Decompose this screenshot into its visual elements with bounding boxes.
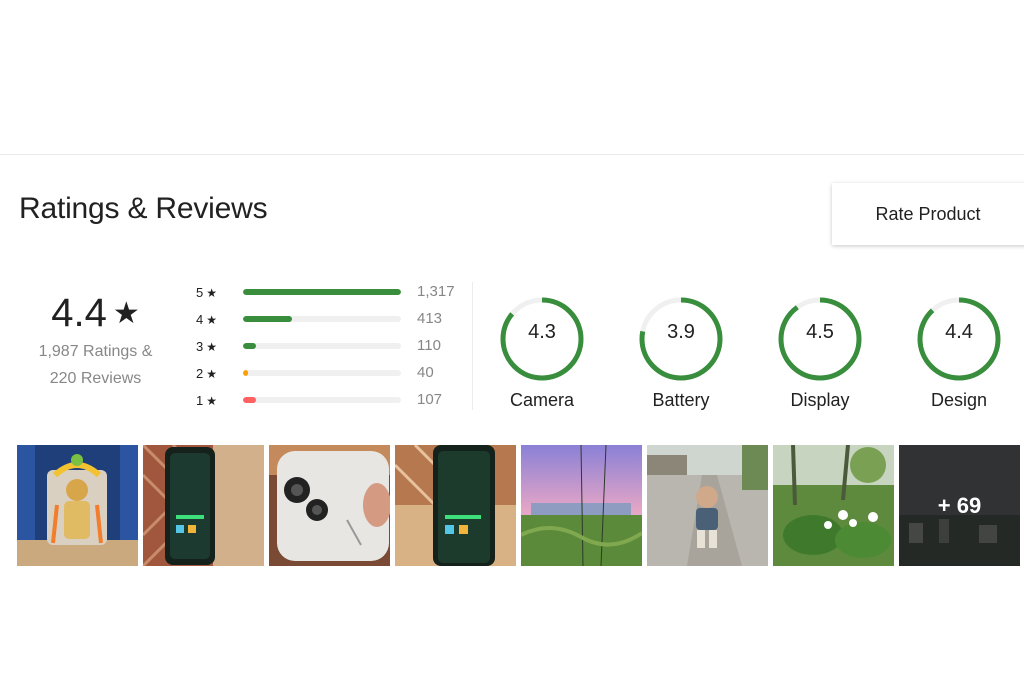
aspect-rating: 3.9 Battery [636,294,726,411]
vertical-divider [472,282,473,410]
star-number: 4 [196,312,204,327]
aspect-value: 3.9 [667,321,695,343]
rating-count: 40 [417,364,434,381]
aspect-label: Design [930,390,988,410]
star-icon: ★ [206,340,217,354]
ratings-count: 1,987 Ratings & [38,343,153,360]
rating-bar-track [243,343,401,349]
rating-row: 5 ★ 1,317 [196,282,466,309]
rating-bar-track [243,289,401,295]
section-divider [0,154,1024,155]
photo-garden-flowers[interactable] [773,445,894,566]
rating-bar-fill [243,289,401,295]
star-number: 2 [196,366,204,381]
reviews-count: 220 Reviews [49,370,142,387]
more-photos-tile[interactable]: + 69 [899,445,1020,566]
rate-product-button[interactable]: Rate Product [832,183,1024,245]
photo-phone-back-camera[interactable] [269,445,390,566]
star-level: 5 ★ [196,285,217,300]
star-icon: ★ [206,367,217,381]
star-level: 4 ★ [196,312,217,327]
rating-count: 1,317 [417,283,455,300]
aspect-label: Battery [652,390,710,410]
photo-sunset-field[interactable] [521,445,642,566]
rating-count: 110 [417,337,441,354]
rating-row: 3 ★ 110 [196,336,466,363]
rating-count: 107 [417,391,443,408]
aspect-value: 4.4 [945,321,973,343]
star-level: 3 ★ [196,339,217,354]
average-value: 4.4 [51,291,107,335]
more-photos-count: + 69 [937,492,982,518]
photo-phone-screen[interactable] [395,445,516,566]
rating-distribution: 5 ★ 1,317 4 ★ 413 3 ★ 110 2 ★ 40 1 ★ 107 [196,282,466,417]
rating-bar-track [243,370,401,376]
average-rating: 4.4 ★ [18,288,173,338]
star-number: 1 [196,393,204,408]
aspect-value: 4.3 [528,321,556,343]
star-level: 1 ★ [196,393,217,408]
star-number: 5 [196,285,204,300]
section-title: Ratings & Reviews [19,192,268,225]
photo-child-on-road[interactable] [647,445,768,566]
rating-bar-fill [243,316,292,322]
rating-bar-track [243,316,401,322]
overall-rating: 4.4 ★ 1,987 Ratings & 220 Reviews [18,288,173,392]
rating-row: 4 ★ 413 [196,309,466,336]
aspect-value: 4.5 [806,321,834,343]
star-level: 2 ★ [196,366,217,381]
rating-bar-track [243,397,401,403]
photo-phone-on-cloth[interactable] [143,445,264,566]
aspect-rating: 4.5 Display [775,294,865,411]
aspect-rating: 4.3 Camera [497,294,587,411]
rating-count: 413 [417,310,443,327]
rating-bar-fill [243,370,248,376]
rating-row: 1 ★ 107 [196,390,466,417]
star-icon: ★ [206,313,217,327]
star-icon: ★ [206,394,217,408]
rating-bar-fill [243,343,257,349]
rating-bar-fill [243,397,256,403]
rating-row: 2 ★ 40 [196,363,466,390]
aspect-rating: 4.4 Design [914,294,1004,411]
aspect-label: Display [790,390,850,410]
photo-shrine[interactable] [17,445,138,566]
aspect-label: Camera [509,390,575,410]
star-number: 3 [196,339,204,354]
star-icon: ★ [112,297,140,330]
star-icon: ★ [206,286,217,300]
